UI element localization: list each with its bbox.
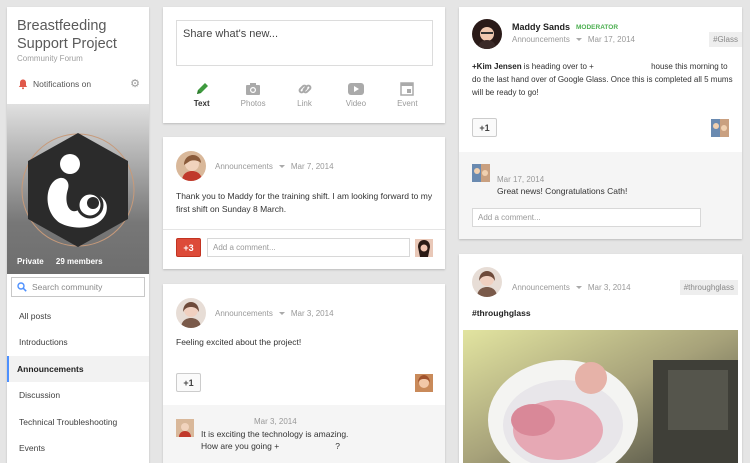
mention-link[interactable]: +Kim Jensen [472,62,522,71]
author-name[interactable]: Maddy Sands [512,22,570,32]
share-box: Share what's new... Text Photos Link Vid… [163,7,445,123]
community-name[interactable]: Breastfeeding Support Project [17,17,143,53]
bell-icon [18,79,28,90]
comment-date: Mar 17, 2014 [497,175,545,184]
post-card: Announcements Mar 3, 2014 #throughglass … [459,254,742,463]
comment-date: Mar 3, 2014 [254,417,297,426]
plusser-avatar [415,374,433,392]
pencil-icon [196,83,208,94]
share-link-option[interactable]: Link [279,79,330,108]
share-input[interactable]: Share what's new... [176,20,433,66]
post-photo[interactable] [463,330,738,463]
post-card: Announcements Mar 3, 2014 Feeling excite… [163,284,445,463]
share-photos-option[interactable]: Photos [227,79,278,108]
comments-section: Mar 17, 2014 Great news! Congratulations… [459,152,742,239]
privacy-label: Private [17,257,44,266]
chevron-down-icon[interactable] [575,286,582,289]
post-category[interactable]: Announcements [215,162,273,171]
comment-input[interactable]: Add a comment... [207,238,410,257]
post-card: Maddy Sands MODERATOR Announcements Mar … [459,7,742,239]
category-nav: All posts Introductions Announcements Di… [7,303,149,461]
post-header: Announcements Mar 3, 2014 [512,283,631,292]
moderator-badge: MODERATOR [576,23,619,31]
nav-item-announcements[interactable]: Announcements [7,355,149,383]
comment-text: It is exciting the technology is amazing… [201,429,349,451]
notifications-toggle[interactable]: Notifications on [17,78,91,90]
search-community-field[interactable]: Search community [11,277,145,297]
author-avatar[interactable] [472,19,502,49]
calendar-icon [400,82,415,96]
commenter-avatar[interactable] [472,164,490,182]
post-date[interactable]: Mar 3, 2014 [588,283,631,292]
plus-one-button[interactable]: +3 [176,238,201,257]
commenter-avatar [415,239,433,257]
post-header: Announcements Mar 3, 2014 [176,298,334,328]
hashtag-badge[interactable]: #throughglass [679,280,738,295]
nav-item-introductions[interactable]: Introductions [7,329,149,355]
share-options: Text Photos Link Video Event [176,79,433,108]
comment-text: Great news! Congratulations Cath! [497,186,628,196]
post-text: Feeling excited about the project! [176,337,302,347]
gear-icon[interactable]: ⚙ [130,77,140,90]
share-text-label: Text [193,99,210,108]
post-text: Thank you to Maddy for the training shif… [176,191,433,214]
nav-item-discussion[interactable]: Discussion [7,382,149,408]
post-card: Announcements Mar 7, 2014 Thank you to M… [163,137,445,269]
search-icon [17,282,27,292]
video-icon [347,83,364,95]
post-date[interactable]: Mar 3, 2014 [291,309,334,318]
commenter-avatar[interactable] [176,419,194,437]
community-cover-photo: Private 29 members [7,104,149,274]
members-count[interactable]: 29 members [56,257,103,266]
search-placeholder: Search community [32,282,103,292]
chevron-down-icon[interactable] [278,164,285,168]
comments-section: Mar 3, 2014 It is exciting the technolog… [163,405,445,463]
plus-one-button[interactable]: +1 [176,373,201,392]
post-category[interactable]: Announcements [512,35,570,44]
post-date[interactable]: Mar 7, 2014 [291,162,334,171]
share-text-option[interactable]: Text [176,79,227,108]
author-avatar[interactable] [176,298,206,328]
post-category[interactable]: Announcements [215,309,273,318]
chevron-down-icon[interactable] [575,38,582,41]
camera-icon [246,83,261,95]
nav-item-all-posts[interactable]: All posts [7,303,149,329]
share-link-label: Link [297,99,312,108]
nav-item-events[interactable]: Events [7,435,149,461]
community-logo [20,131,136,254]
post-header: Announcements Mar 17, 2014 [512,35,635,44]
community-stats: Private 29 members [17,257,113,266]
community-type: Community Forum [17,54,83,63]
post-category[interactable]: Announcements [512,283,570,292]
plusser-avatar [711,119,729,137]
post-header: Announcements Mar 7, 2014 [176,151,334,181]
author-avatar[interactable] [472,267,502,297]
share-video-label: Video [345,99,367,108]
plus-one-button[interactable]: +1 [472,118,497,137]
share-video-option[interactable]: Video [330,79,381,108]
hashtag-badge[interactable]: #Glass [709,32,742,47]
author-line: Maddy Sands MODERATOR [512,22,618,32]
comment-input[interactable]: Add a comment... [472,208,701,227]
link-icon [298,84,311,94]
community-sidebar: Breastfeeding Support Project Community … [7,7,149,463]
share-photos-label: Photos [240,99,266,108]
share-event-option[interactable]: Event [382,79,433,108]
post-text: +Kim Jensen is heading over to + house t… [472,62,733,97]
post-text[interactable]: #throughglass [472,307,531,320]
share-event-label: Event [397,99,418,108]
chevron-down-icon[interactable] [278,311,285,315]
author-avatar[interactable] [176,151,206,181]
nav-item-technical-troubleshooting[interactable]: Technical Troubleshooting [7,409,149,435]
notifications-label: Notifications on [33,79,92,89]
post-date[interactable]: Mar 17, 2014 [588,35,635,44]
